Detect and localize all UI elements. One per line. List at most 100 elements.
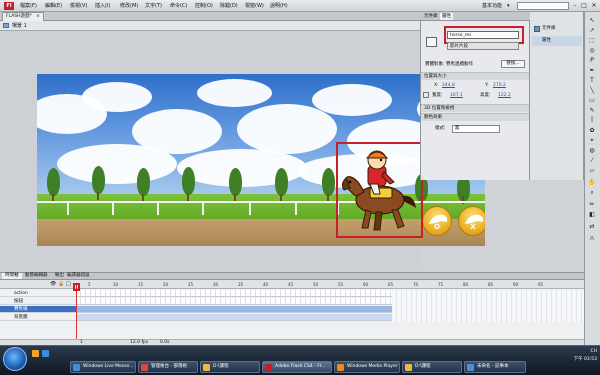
taskbar-button[interactable]: D:\課程 (402, 361, 462, 373)
zoom-icon[interactable]: ⌕ (587, 188, 597, 197)
menu-window[interactable]: 視窗(W) (245, 2, 264, 10)
answer-o-button[interactable]: O (422, 206, 452, 236)
menu-modify[interactable]: 修改(M) (120, 2, 138, 10)
swap-colors-icon[interactable]: ⇄ (587, 222, 597, 231)
minimize-button[interactable]: – (571, 1, 579, 10)
ie-icon[interactable] (42, 350, 49, 357)
browser-icon (141, 364, 148, 371)
menu-help[interactable]: 說明(H) (270, 2, 288, 10)
x-value[interactable]: 244.8 (442, 82, 455, 89)
workspace-switcher[interactable]: 基本功能 (482, 2, 502, 10)
maximize-button[interactable]: □ (580, 1, 588, 10)
folder-icon[interactable] (32, 350, 39, 357)
subselection-tool-icon[interactable]: ↗ (587, 26, 597, 35)
menu-control[interactable]: 控制(O) (195, 2, 213, 10)
pen-icon[interactable]: ✒ (587, 66, 597, 75)
tick-label: 80 (463, 282, 469, 287)
instance-type-select[interactable]: 影片片段 (447, 42, 519, 50)
section-3d-position[interactable]: 3D 位置和檢視 (421, 104, 529, 112)
start-button[interactable] (3, 347, 27, 371)
outline-icon[interactable]: □ (66, 281, 71, 287)
lock-icon[interactable]: 🔒 (58, 281, 64, 287)
style-select[interactable]: 無 (452, 125, 500, 133)
layer-row-background[interactable]: 背景圖 (0, 314, 76, 321)
text-icon[interactable]: T (587, 76, 597, 85)
menu-edit[interactable]: 編輯(E) (45, 2, 62, 10)
tab-motion-editor[interactable]: 動態編輯器 (22, 273, 51, 279)
menu-debug[interactable]: 除錯(D) (220, 2, 238, 10)
taskbar-button[interactable]: 管理後台 - 部落格 (138, 361, 198, 373)
section-color-effect[interactable]: 顏色效果 (421, 113, 529, 121)
dock-library[interactable]: 元件庫 (532, 24, 582, 34)
layer-row-action[interactable]: action (0, 290, 76, 297)
eye-icon[interactable]: 👁 (50, 281, 56, 287)
3d-rotation-icon[interactable]: ◎ (587, 46, 597, 55)
line-icon[interactable]: ╲ (587, 86, 597, 95)
taskbar-button[interactable]: Windows Live Messe... (70, 361, 136, 373)
layer-frames[interactable] (76, 298, 392, 305)
selection-tool-icon[interactable]: ↖ (587, 16, 597, 25)
taskbar-button-active[interactable]: Adobe Flash CS4 - Fl... (262, 361, 332, 373)
menu-insert[interactable]: 插入(I) (95, 2, 110, 10)
tick-label: 95 (538, 282, 544, 287)
chevron-down-icon[interactable]: ▾ (507, 2, 510, 10)
tick-label: 75 (438, 282, 444, 287)
tab-timeline[interactable]: 時間軸 (2, 273, 22, 279)
y-label: Y: (485, 83, 489, 88)
hand-icon[interactable]: ✋ (587, 178, 597, 187)
taskbar-button[interactable]: 未命名 - 記事本 (464, 361, 526, 373)
playhead[interactable] (76, 285, 77, 345)
rectangle-icon[interactable]: ▭ (587, 96, 597, 105)
bone-icon[interactable]: ⌖ (587, 136, 597, 145)
free-transform-icon[interactable]: ⬚ (587, 36, 597, 45)
lasso-icon[interactable]: ᑭ (587, 56, 597, 65)
paint-bucket-icon[interactable]: ◍ (587, 146, 597, 155)
width-value[interactable]: 167.1 (450, 92, 463, 99)
close-button[interactable]: ✕ (590, 1, 598, 10)
tick-label: 15 (138, 282, 144, 287)
layer-row-buttons[interactable]: 按鈕 (0, 298, 76, 305)
menu-text[interactable]: 文字(T) (145, 2, 162, 10)
tab-properties[interactable]: 屬性 (440, 13, 453, 20)
playhead-highlight (73, 283, 80, 291)
flash-logo: Fl (4, 2, 14, 10)
clock[interactable]: 下午 03:53 (548, 356, 597, 364)
empty-frames[interactable] (392, 290, 584, 322)
deco-icon[interactable]: ✿ (587, 126, 597, 135)
document-tab-label: FLASH遊戲* (6, 14, 32, 19)
swap-button[interactable]: 替換... (501, 60, 525, 68)
layer-frames[interactable] (76, 306, 392, 313)
menu-file[interactable]: 檔案(F) (20, 2, 37, 10)
menu-view[interactable]: 檢視(V) (70, 2, 87, 10)
brush-icon[interactable]: ꟾ (587, 116, 597, 125)
dock-properties[interactable]: 屬性 (532, 36, 582, 46)
snap-icon[interactable]: ∩ (587, 234, 597, 243)
close-icon[interactable]: × (36, 14, 40, 19)
pencil-icon[interactable]: ✎ (587, 106, 597, 115)
tab-compiler-errors[interactable]: 編譯器錯誤 (64, 273, 93, 279)
layer-frames[interactable] (76, 290, 392, 297)
layer-row-racecourse[interactable]: 賽馬場 (0, 306, 76, 313)
height-value[interactable]: 122.2 (498, 92, 511, 99)
eyedropper-icon[interactable]: ⁄ (587, 156, 597, 165)
timeline-ruler[interactable] (76, 280, 584, 289)
taskbar-button[interactable]: Windows Media Player (334, 361, 400, 373)
menu-commands[interactable]: 命令(C) (170, 2, 187, 10)
section-position-size[interactable]: 位置與大小 (421, 72, 529, 80)
document-tab[interactable]: FLASH遊戲* × (2, 12, 44, 21)
tab-library[interactable]: 元件庫 (422, 13, 440, 20)
stroke-color-icon[interactable]: ✏ (587, 200, 597, 209)
layer-frames[interactable] (76, 314, 392, 321)
taskbar-button[interactable]: D:\課程 (200, 361, 260, 373)
fill-color-icon[interactable]: ◧ (587, 210, 597, 219)
link-icon[interactable] (423, 92, 429, 98)
answer-x-button[interactable]: X (458, 206, 485, 236)
search-input[interactable] (517, 2, 569, 10)
scene-label[interactable]: 場景 1 (12, 22, 27, 30)
eraser-icon[interactable]: ▱ (587, 166, 597, 175)
tree (229, 168, 242, 196)
y-value[interactable]: 270.2 (493, 82, 506, 89)
language-indicator[interactable]: CH (548, 348, 597, 356)
taskbar-button-label: Windows Live Messe... (83, 364, 134, 369)
edit-bar (0, 21, 420, 31)
